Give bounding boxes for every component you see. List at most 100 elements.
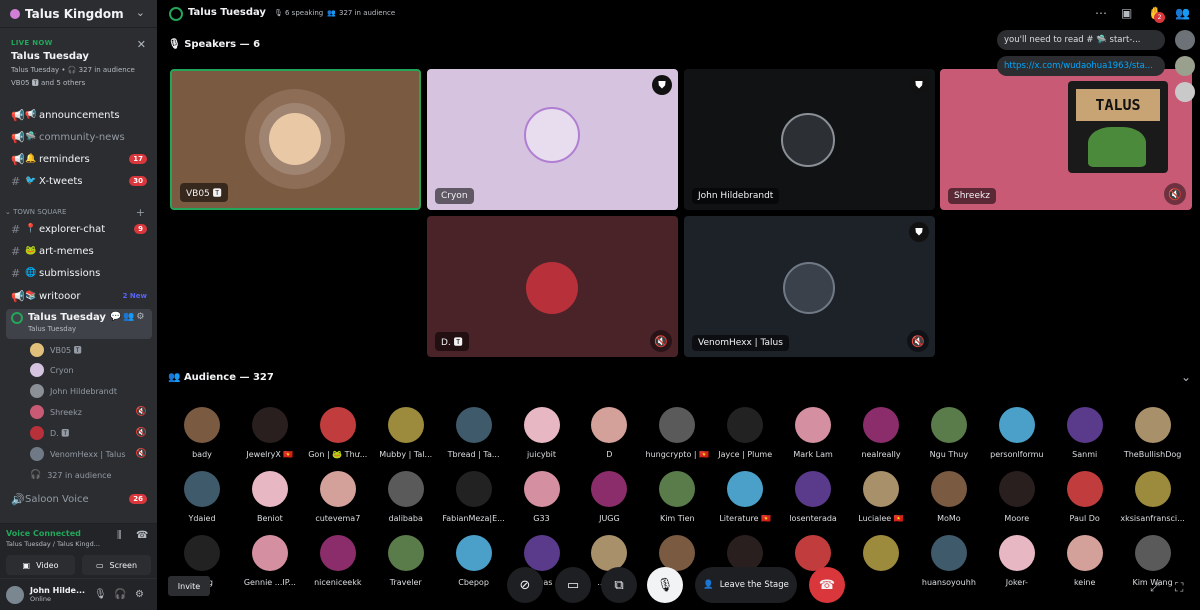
avatar[interactable] — [591, 471, 628, 507]
chat-bubble-link[interactable]: https://x.com/wudaohua1963/sta... — [997, 56, 1165, 76]
disconnect-icon[interactable]: ☎ — [809, 567, 845, 603]
avatar[interactable] — [251, 471, 288, 507]
gear-icon[interactable]: ⚙ — [135, 589, 144, 600]
avatar[interactable] — [1134, 535, 1171, 571]
channel-submissions[interactable]: # 🌐 submissions — [0, 263, 157, 283]
chevron-down-icon[interactable]: ⌄ — [136, 6, 145, 19]
signal-icon[interactable]: ⫼ — [117, 530, 122, 541]
avatar[interactable] — [1134, 471, 1171, 507]
avatar[interactable] — [523, 471, 560, 507]
stage-member[interactable]: Cryon — [30, 360, 150, 380]
speaker-tile[interactable]: Cryon ⛊ — [427, 69, 678, 210]
avatar[interactable] — [523, 407, 560, 443]
channel-art-memes[interactable]: # 🐸 art-memes — [0, 241, 157, 261]
avatar[interactable] — [863, 471, 899, 507]
avatar[interactable] — [795, 471, 832, 507]
avatar[interactable] — [727, 471, 764, 507]
leave-stage-button[interactable]: 👤 Leave the Stage — [695, 567, 797, 603]
popout-icon[interactable]: ▣ — [1121, 6, 1132, 20]
avatar[interactable] — [659, 407, 696, 443]
avatar[interactable] — [591, 407, 628, 443]
chevron-down-icon[interactable]: ⌄ — [1181, 370, 1191, 384]
avatar[interactable] — [795, 407, 832, 443]
channel-reminders[interactable]: 📢 🔔 reminders 17 — [0, 149, 157, 169]
avatar[interactable] — [863, 407, 899, 443]
avatar[interactable] — [998, 407, 1035, 443]
avatar[interactable] — [1066, 407, 1103, 443]
avatar[interactable] — [659, 471, 696, 507]
avatar[interactable] — [184, 535, 220, 571]
avatar[interactable] — [659, 535, 696, 571]
camera-off-icon[interactable]: ⊘ — [507, 567, 543, 603]
category-town-square[interactable]: ⌄ TOWN SQUARE + — [0, 205, 157, 219]
avatar[interactable] — [863, 535, 899, 571]
announcement-icon: 📢 — [11, 289, 25, 303]
avatar[interactable] — [795, 535, 832, 571]
channel-explorer-chat[interactable]: # 📍 explorer-chat 9 — [0, 219, 157, 239]
activity-icon[interactable]: ⧉ — [601, 567, 637, 603]
server-header[interactable]: Talus Kingdom ⌄ — [0, 0, 157, 28]
close-icon[interactable]: ✕ — [137, 38, 146, 51]
speaker-tile[interactable]: TALUS Shreekz 🔇 — [940, 69, 1192, 210]
avatar[interactable] — [184, 471, 220, 507]
mic-icon[interactable]: 🎙 — [94, 589, 107, 600]
avatar[interactable] — [1066, 471, 1103, 507]
video-button[interactable]: ▣ Video — [6, 555, 75, 575]
stage-member[interactable]: D. 🆃 🔇 — [30, 423, 150, 443]
chat-bubble[interactable]: you'll need to read # 🛸 start-... — [997, 30, 1165, 50]
more-icon[interactable]: ⋯ — [1095, 6, 1107, 20]
speaker-tile[interactable]: John Hildebrandt ⛊ — [684, 69, 935, 210]
avatar[interactable] — [1066, 535, 1103, 571]
stage-actions[interactable]: 💬👥⚙ — [110, 312, 146, 322]
avatar — [524, 107, 580, 163]
avatar[interactable] — [251, 535, 288, 571]
channel-writooor[interactable]: 📢 📚 writooor 2 New — [0, 286, 157, 306]
screen-share-icon[interactable]: ▭ — [555, 567, 591, 603]
stage-member[interactable]: VenomHexx | Talus 🔇 — [30, 444, 150, 464]
members-icon[interactable]: 👥 — [1175, 6, 1190, 20]
avatar[interactable] — [998, 471, 1035, 507]
avatar[interactable] — [455, 407, 492, 443]
avatar[interactable] — [998, 535, 1035, 571]
mic-icon[interactable]: 🎙 — [647, 567, 683, 603]
screen-button[interactable]: ▭ Screen — [82, 555, 151, 575]
avatar[interactable] — [930, 535, 967, 571]
headphones-icon[interactable]: 🎧 — [114, 589, 126, 600]
stage-member[interactable]: VB05 🆃 — [30, 340, 150, 360]
avatar[interactable] — [930, 471, 967, 507]
speaker-tile[interactable]: D. 🆃 🔇 — [427, 216, 678, 357]
channel-announcements[interactable]: 📢 📢 announcements — [0, 105, 157, 125]
avatar[interactable] — [523, 535, 560, 571]
user-panel[interactable]: John Hilde... Online — [0, 579, 157, 610]
avatar[interactable] — [319, 407, 356, 443]
live-stage-card[interactable]: LIVE NOW Talus Tuesday Talus Tuesday • 🎧… — [0, 34, 157, 100]
stage-member[interactable]: Shreekz 🔇 — [30, 402, 150, 422]
avatar[interactable] — [387, 407, 424, 443]
audience-count[interactable]: 🎧 327 in audience — [30, 465, 150, 485]
user-status: Online — [30, 595, 51, 603]
channel-saloon-voice[interactable]: 🔊 Saloon Voice 26 — [0, 489, 157, 509]
popout-icon[interactable]: ⤢ — [1150, 580, 1160, 595]
stage-member[interactable]: John Hildebrandt — [30, 381, 150, 401]
avatar[interactable] — [387, 535, 424, 571]
avatar[interactable] — [591, 535, 628, 571]
avatar[interactable] — [319, 535, 356, 571]
disconnect-icon[interactable]: ☎ — [136, 530, 148, 541]
avatar[interactable] — [455, 535, 492, 571]
avatar[interactable] — [184, 407, 220, 443]
avatar[interactable] — [1134, 407, 1171, 443]
avatar[interactable] — [251, 407, 288, 443]
channel-community-news[interactable]: 📢 🛸 community-news — [0, 127, 157, 147]
speaker-tile[interactable]: VB05 🆃 — [170, 69, 421, 210]
avatar[interactable] — [930, 407, 967, 443]
avatar[interactable] — [387, 471, 424, 507]
fullscreen-icon[interactable]: ⛶ — [1175, 580, 1183, 595]
avatar[interactable] — [727, 535, 764, 571]
avatar[interactable] — [727, 407, 764, 443]
invite-button[interactable]: Invite — [168, 576, 210, 596]
speaker-tile[interactable]: VenomHexx | Talus ⛊ 🔇 — [684, 216, 935, 357]
avatar[interactable] — [455, 471, 492, 507]
avatar[interactable] — [319, 471, 356, 507]
add-channel-icon[interactable]: + — [136, 206, 145, 219]
channel-x-tweets[interactable]: # 🐦 X-tweets 30 — [0, 171, 157, 191]
